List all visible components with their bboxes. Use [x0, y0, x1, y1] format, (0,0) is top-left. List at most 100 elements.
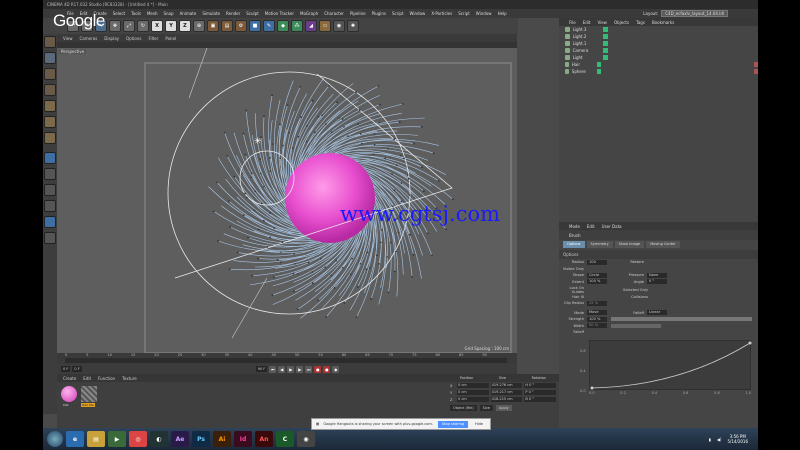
menu-item[interactable]: Mesh: [147, 11, 158, 16]
rotation-field[interactable]: P 0 °: [524, 390, 557, 395]
object-row[interactable]: Light.1: [559, 40, 758, 47]
array-icon[interactable]: ⁂: [291, 20, 303, 32]
angle-field[interactable]: 0 °: [647, 279, 667, 285]
strength-field[interactable]: 100 %: [587, 316, 607, 322]
layout-dropdown[interactable]: C4D_ecfaxlv_layout_14.04.ldl: [661, 10, 728, 17]
size-mode-dropdown[interactable]: Size: [479, 405, 493, 411]
radius-field[interactable]: 100: [587, 259, 607, 265]
explorer-icon[interactable]: ▤: [87, 431, 105, 447]
polygons-mode-icon[interactable]: [44, 132, 56, 144]
object-row[interactable]: Hair: [559, 61, 758, 68]
attribute-tab[interactable]: Options: [563, 240, 585, 248]
object-menu-item[interactable]: View: [597, 20, 607, 25]
y-axis-lock[interactable]: Y: [165, 20, 177, 32]
scale-icon[interactable]: ⤢: [123, 20, 135, 32]
attribute-tab[interactable]: Moving Center: [646, 240, 680, 248]
object-name[interactable]: Camera: [573, 48, 601, 53]
visibility-check-icon[interactable]: [603, 48, 608, 53]
photoshop-icon[interactable]: Ps: [192, 431, 210, 447]
timeline[interactable]: 0 5 10 15 20 25 30 35 40 45 50 55 60 65 70 75 80 85 90: [57, 353, 517, 364]
render-icon[interactable]: ▣: [207, 20, 219, 32]
keyframe-icon[interactable]: ◆: [332, 365, 340, 373]
3d-viewport[interactable]: Perspective ✳ Grid Spacing : 100 cm: [57, 48, 517, 353]
material-tag-icon[interactable]: [754, 69, 758, 74]
ie-icon[interactable]: e: [66, 431, 84, 447]
camera-icon[interactable]: ◉: [333, 20, 345, 32]
menu-item[interactable]: Help: [498, 11, 507, 16]
material-menu-item[interactable]: Function: [98, 376, 115, 381]
viewport-menu-item[interactable]: Panel: [165, 36, 176, 41]
viewport-menu-item[interactable]: Filter: [148, 36, 158, 41]
media-player-icon[interactable]: ▶: [108, 431, 126, 447]
visibility-check-icon[interactable]: [597, 69, 602, 74]
layout-selector[interactable]: Layout: C4D_ecfaxlv_layout_14.04.ldl: [643, 10, 758, 17]
after-effects-icon[interactable]: Ae: [171, 431, 189, 447]
hair-material-swatch[interactable]: [81, 386, 97, 402]
rotate-icon[interactable]: ↻: [137, 20, 149, 32]
menu-item[interactable]: Motion Tracker: [265, 11, 294, 16]
brush-icon[interactable]: [44, 216, 56, 228]
rotation-field[interactable]: H 0 °: [524, 383, 557, 388]
visibility-check-icon[interactable]: [597, 62, 602, 67]
network-icon[interactable]: ▮: [709, 437, 711, 442]
subdivide-icon[interactable]: ◆: [277, 20, 289, 32]
end-frame-field[interactable]: 90 F: [255, 366, 268, 372]
menu-item[interactable]: Simulate: [202, 11, 220, 16]
snap-icon[interactable]: [44, 184, 56, 196]
object-menu-item[interactable]: Objects: [614, 20, 629, 25]
record-icon[interactable]: ●: [314, 365, 322, 373]
object-row[interactable]: Light.3: [559, 26, 758, 33]
floor-icon[interactable]: ▭: [319, 20, 331, 32]
pressure-dropdown[interactable]: None: [647, 272, 667, 278]
visibility-check-icon[interactable]: [603, 27, 608, 32]
menu-item[interactable]: Tools: [131, 11, 141, 16]
menu-item[interactable]: Render: [226, 11, 240, 16]
stop-sharing-button[interactable]: Stop sharing: [437, 420, 469, 428]
width-slider[interactable]: [611, 323, 661, 328]
start-frame-field[interactable]: 0 F: [72, 366, 82, 372]
axis-mode-icon[interactable]: [44, 152, 56, 164]
menu-item[interactable]: Character: [324, 11, 344, 16]
object-row[interactable]: Sphere: [559, 68, 758, 75]
illustrator-icon[interactable]: Ai: [213, 431, 231, 447]
size-field[interactable]: 419.217 cm: [490, 390, 523, 395]
falloff-curve-graph[interactable]: 0.8 0.4 0.0: [580, 340, 752, 393]
object-name[interactable]: Light.3: [573, 27, 601, 32]
tweak-mode-icon[interactable]: [44, 168, 56, 180]
go-end-icon[interactable]: ⏭: [305, 365, 313, 373]
play-icon[interactable]: ▶: [287, 365, 295, 373]
object-name[interactable]: Hair: [572, 62, 595, 67]
shape-dropdown[interactable]: Circle: [587, 272, 607, 278]
position-field[interactable]: 0 cm: [457, 383, 489, 388]
move-icon[interactable]: ✥: [109, 20, 121, 32]
menu-item[interactable]: Window: [410, 11, 426, 16]
position-field[interactable]: 0 cm: [457, 397, 489, 402]
menu-item[interactable]: MoGraph: [300, 11, 318, 16]
strength-slider[interactable]: [611, 317, 752, 322]
coord-system-icon[interactable]: ⊕: [193, 20, 205, 32]
hide-button[interactable]: Hide: [472, 422, 486, 426]
object-row[interactable]: Light: [559, 54, 758, 61]
menu-item[interactable]: Script: [458, 11, 470, 16]
make-editable-icon[interactable]: [44, 36, 56, 48]
cinema4d-icon[interactable]: ◐: [150, 431, 168, 447]
material-menu-item[interactable]: Create: [63, 376, 76, 381]
visibility-check-icon[interactable]: [603, 55, 608, 60]
timeline-track[interactable]: [65, 358, 507, 363]
menu-item[interactable]: Sculpt: [246, 11, 259, 16]
size-field[interactable]: 418.215 cm: [490, 397, 523, 402]
visibility-check-icon[interactable]: [603, 34, 608, 39]
cube-icon[interactable]: ■: [249, 20, 261, 32]
falloff-dropdown[interactable]: Linear: [647, 310, 667, 316]
size-field[interactable]: 419.276 cm: [490, 383, 523, 388]
clip-radius-field[interactable]: 25 %: [587, 300, 607, 306]
deformer-icon[interactable]: ◢: [305, 20, 317, 32]
menu-item[interactable]: Animate: [180, 11, 197, 16]
animate-icon[interactable]: An: [255, 431, 273, 447]
next-key-icon[interactable]: ▶: [296, 365, 304, 373]
menu-item[interactable]: X-Particles: [431, 11, 452, 16]
object-name[interactable]: Light.2: [573, 34, 601, 39]
current-frame-field[interactable]: 0 F: [61, 366, 71, 372]
object-row[interactable]: Light.2: [559, 33, 758, 40]
object-menu-item[interactable]: Tags: [636, 20, 645, 25]
